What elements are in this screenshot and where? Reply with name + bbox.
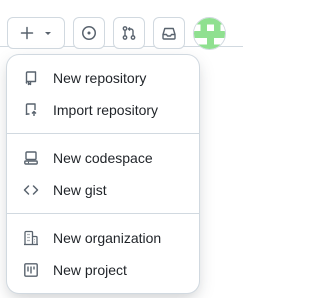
issues-button[interactable] xyxy=(73,17,105,49)
menu-item-new-project[interactable]: New project xyxy=(15,255,191,285)
menu-item-label: New gist xyxy=(53,182,107,198)
triangle-down-icon xyxy=(43,28,53,38)
menu-item-new-codespace[interactable]: New codespace xyxy=(15,143,191,173)
plus-icon xyxy=(19,25,35,41)
menu-item-new-organization[interactable]: New organization xyxy=(15,223,191,253)
header-bar xyxy=(0,0,243,50)
project-icon xyxy=(23,262,39,278)
menu-item-label: New codespace xyxy=(53,150,153,166)
issues-icon xyxy=(81,25,97,41)
codespaces-icon xyxy=(23,150,39,166)
avatar[interactable] xyxy=(193,17,226,50)
menu-item-import-repository[interactable]: Import repository xyxy=(15,95,191,125)
menu-item-new-gist[interactable]: New gist xyxy=(15,175,191,205)
menu-item-new-repository[interactable]: New repository xyxy=(15,63,191,93)
menu-item-label: New repository xyxy=(53,70,147,86)
repo-icon xyxy=(23,70,39,86)
organization-icon xyxy=(23,230,39,246)
pull-requests-icon xyxy=(121,25,137,41)
create-new-button[interactable] xyxy=(7,17,65,49)
inbox-button[interactable] xyxy=(153,17,185,49)
code-icon xyxy=(23,182,39,198)
repo-push-icon xyxy=(23,102,39,118)
pull-requests-button[interactable] xyxy=(113,17,145,49)
menu-item-label: New organization xyxy=(53,230,162,246)
menu-divider xyxy=(7,213,199,214)
inbox-icon xyxy=(161,25,177,41)
menu-item-label: New project xyxy=(53,262,127,278)
menu-item-label: Import repository xyxy=(53,102,159,118)
create-new-menu: New repository Import repository New cod… xyxy=(7,55,199,293)
menu-divider xyxy=(7,133,199,134)
